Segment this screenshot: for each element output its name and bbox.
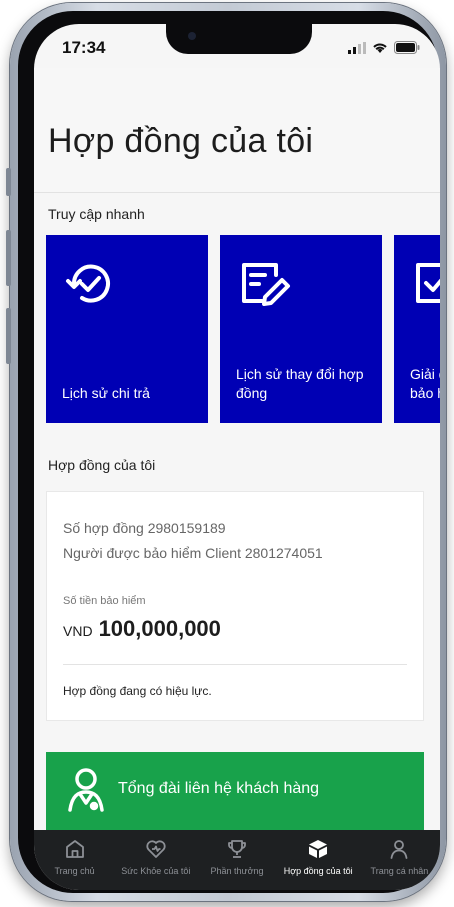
agent-headset-icon <box>66 766 106 819</box>
phone-screen: 17:34 Hợp đồng của tôi Truy cập nhanh Lị… <box>34 24 440 890</box>
tab-label: Trang cá nhân <box>370 866 429 876</box>
battery-icon <box>394 41 420 54</box>
tab-profile[interactable]: Trang cá nhân <box>359 830 440 890</box>
trophy-icon <box>226 838 248 865</box>
notch <box>166 24 312 54</box>
page-title: Hợp đồng của tôi <box>48 122 314 160</box>
quick-card-payment-history[interactable]: Lịch sử chi trả <box>46 235 208 423</box>
health-heart-icon <box>145 838 167 865</box>
tab-label: Trang chủ <box>54 866 95 876</box>
tab-my-contracts[interactable]: Hợp đồng của tôi <box>278 830 359 890</box>
contract-number: Số hợp đồng 2980159189 <box>63 520 226 536</box>
cellular-signal-icon <box>348 41 366 54</box>
claim-document-icon <box>412 257 440 316</box>
card-divider <box>63 664 407 665</box>
tab-home[interactable]: Trang chủ <box>34 830 115 890</box>
tab-label: Phần thưởng <box>210 866 264 876</box>
home-icon <box>64 838 86 865</box>
insured-person: Người được bảo hiểm Client 2801274051 <box>63 545 323 561</box>
edit-document-icon <box>238 257 292 316</box>
quick-card-label: Giải quyết quyền lợi bảo hiểm <box>410 366 440 401</box>
quick-card-label: Lịch sử chi trả <box>62 385 150 401</box>
contract-box-icon <box>307 838 329 865</box>
tab-rewards[interactable]: Phần thưởng <box>196 830 277 890</box>
quick-access-title: Truy cập nhanh <box>48 206 145 222</box>
quick-card-contract-changes[interactable]: Lịch sử thay đổi hợp đồng <box>220 235 382 423</box>
page-header: Hợp đồng của tôi <box>34 68 440 193</box>
status-time: 17:34 <box>62 38 106 57</box>
tab-health[interactable]: Sức Khỏe của tôi <box>115 830 196 890</box>
front-camera <box>188 32 196 40</box>
payment-history-icon <box>64 257 118 316</box>
currency-label: VND <box>63 623 93 639</box>
hotline-label: Tổng đài liên hệ khách hàng <box>118 780 320 797</box>
hotline-button[interactable]: Tổng đài liên hệ khách hàng <box>46 752 424 830</box>
wifi-icon <box>373 43 387 53</box>
sum-insured-label: Số tiền bảo hiểm <box>63 595 146 607</box>
contract-status: Hợp đồng đang có hiệu lực. <box>63 684 212 698</box>
volume-up-button <box>6 230 11 286</box>
quick-card-claims[interactable]: Giải quyết quyền lợi bảo hiểm <box>394 235 440 423</box>
amount-value: 100,000,000 <box>98 616 221 641</box>
volume-down-button <box>6 308 11 364</box>
profile-icon <box>388 838 410 865</box>
mute-switch <box>6 168 11 196</box>
tab-label: Hợp đồng của tôi <box>283 866 353 876</box>
contracts-section-title: Hợp đồng của tôi <box>48 457 156 473</box>
quick-access-carousel[interactable]: Lịch sử chi trả Lịch sử thay đổi hợp đồn… <box>46 235 440 423</box>
status-icons <box>348 41 420 54</box>
bottom-tab-bar: Trang chủ Sức Khỏe của tôi Phần thưởng H… <box>34 830 440 890</box>
quick-card-label: Lịch sử thay đổi hợp đồng <box>236 366 364 401</box>
contract-card[interactable]: Số hợp đồng 2980159189 Người được bảo hi… <box>46 491 424 721</box>
tab-label: Sức Khỏe của tôi <box>121 866 191 876</box>
sum-insured-amount: VND 100,000,000 <box>63 616 221 642</box>
